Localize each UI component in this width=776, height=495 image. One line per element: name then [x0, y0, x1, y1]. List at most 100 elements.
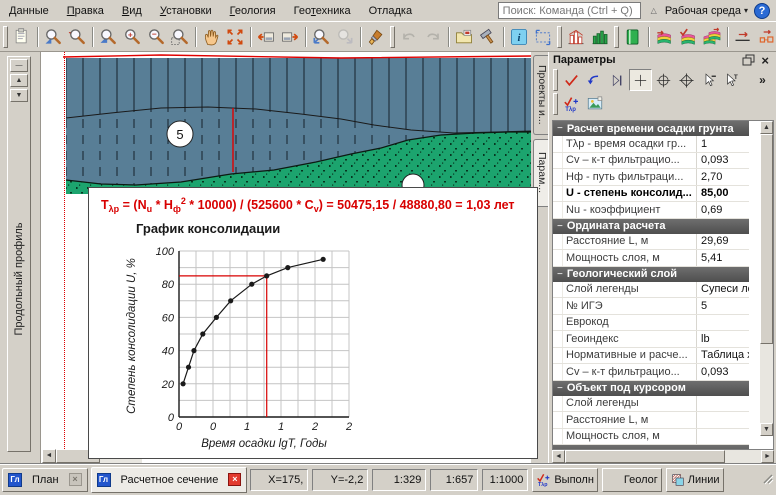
zoom-extents-icon[interactable] [223, 25, 247, 49]
close-tab-icon[interactable]: × [228, 473, 241, 486]
scroll-down-button[interactable]: ▼ [10, 89, 28, 102]
repaint-brush-icon[interactable] [364, 25, 388, 49]
param-section-header[interactable]: −Геологический слой [553, 267, 749, 282]
toolbar-grip[interactable] [614, 26, 619, 48]
param-row[interactable]: Геоиндексlb [553, 331, 749, 348]
collapse-minus-icon[interactable]: − [557, 221, 563, 232]
scrollbar-track[interactable] [725, 450, 761, 463]
capture-diamond-button[interactable] [675, 69, 698, 91]
cursor-point-button[interactable]: Т [721, 69, 744, 91]
zoom-selected-icon[interactable] [41, 25, 65, 49]
workspace-menu[interactable]: Рабочая среда ▾ [661, 3, 752, 19]
param-value[interactable]: 85,00 [697, 187, 749, 199]
param-row[interactable]: Расстояние L, м [553, 412, 749, 429]
collapse-minus-icon[interactable]: − [557, 383, 563, 394]
view-previous-icon[interactable] [309, 25, 333, 49]
param-row[interactable]: Слой легенды [553, 396, 749, 413]
search-input[interactable] [498, 2, 641, 19]
scrollbar-thumb[interactable] [760, 134, 773, 344]
param-row[interactable]: Мощность слоя, м5,41 [553, 250, 749, 267]
lines-button[interactable]: Линии [666, 468, 724, 492]
parameters-vertical-scrollbar[interactable]: ▲ ▼ [760, 121, 773, 436]
geology-copy-icon[interactable] [700, 25, 724, 49]
geology-check-icon[interactable] [676, 25, 700, 49]
param-section-header[interactable]: −Расчет времени осадки грунта [553, 121, 749, 136]
collapse-bar-button[interactable]: — [10, 59, 28, 72]
frame-select-icon[interactable] [531, 25, 555, 49]
param-value[interactable]: 2,70 [697, 171, 749, 183]
collapse-toolbar-icon[interactable]: △ [651, 6, 657, 15]
project-folder-icon[interactable] [452, 25, 476, 49]
param-row[interactable]: Nu - коэффициент0,69 [553, 202, 749, 219]
param-value[interactable]: 0,69 [697, 204, 749, 216]
menu-item-6[interactable]: Геотехника [285, 2, 360, 20]
menu-item-5[interactable]: Геология [221, 2, 285, 20]
view-tab-1[interactable]: ГлПлан× [2, 468, 88, 492]
menu-item-3[interactable]: Вид [113, 2, 151, 20]
param-value[interactable]: 1 [697, 138, 749, 150]
close-tab-icon[interactable]: × [69, 473, 82, 486]
menu-item-1[interactable]: Данные [0, 2, 58, 20]
panel-overflow-icon[interactable]: » [751, 69, 774, 91]
param-row[interactable]: Cv – к-т фильтрацио...0,093 [553, 153, 749, 170]
scroll-left-icon[interactable] [254, 25, 278, 49]
geology-export-icon[interactable] [652, 25, 676, 49]
param-row[interactable]: Расстояние L, м29,69 [553, 234, 749, 251]
close-icon[interactable]: × [758, 55, 772, 66]
toolbar-grip[interactable] [390, 26, 395, 48]
help-button[interactable]: ? [754, 3, 770, 19]
menu-item-4[interactable]: Установки [151, 2, 221, 20]
param-row[interactable]: Нф - путь фильтраци...2,70 [553, 169, 749, 186]
zoom-in-icon[interactable]: + [120, 25, 144, 49]
collapse-minus-icon[interactable]: − [557, 269, 563, 280]
param-row[interactable]: Тλр - время осадки гр...1 [553, 136, 749, 153]
param-value[interactable]: lb [697, 333, 749, 345]
geology-button[interactable]: Геолог [602, 468, 662, 492]
resize-grip[interactable] [760, 471, 774, 488]
param-value[interactable]: 0,093 [697, 154, 749, 166]
param-row[interactable]: Слой легендыСупеси лес [553, 282, 749, 299]
param-value[interactable]: Супеси лес [697, 283, 749, 295]
param-value[interactable]: 5,41 [697, 252, 749, 264]
param-value[interactable]: 5 [697, 300, 749, 312]
consolidation-calc-button[interactable]: Тλр [560, 93, 583, 115]
scroll-up-arrow[interactable]: ▲ [760, 121, 773, 134]
collapse-minus-icon[interactable]: − [557, 123, 563, 134]
toolbar-grip[interactable] [553, 69, 558, 91]
float-window-icon[interactable] [742, 54, 755, 66]
param-section-header[interactable]: −Объект под курсором [553, 381, 749, 396]
zoom-window-icon[interactable] [168, 25, 192, 49]
profile-line-icon[interactable] [731, 25, 755, 49]
param-row[interactable]: U - степень консолид...85,00 [553, 186, 749, 203]
view-tab-2[interactable]: ГлРасчетное сечение× [91, 467, 248, 493]
scrollbar-thumb[interactable] [565, 450, 725, 463]
toolbar-grip[interactable] [3, 26, 8, 48]
object-info-icon[interactable]: i [507, 25, 531, 49]
parameters-horizontal-scrollbar[interactable]: ◄ ► [552, 450, 774, 463]
apply-button[interactable] [560, 69, 583, 91]
profile-nodes-icon[interactable] [755, 25, 776, 49]
param-row[interactable]: Cv – к-т фильтрацио...0,093 [553, 364, 749, 381]
param-row[interactable]: Еврокод [553, 315, 749, 332]
legend-book-icon[interactable] [621, 25, 645, 49]
side-tab-1[interactable]: Проекты и... [533, 55, 548, 135]
cursor-crosshair-button[interactable] [629, 69, 652, 91]
chart-green-icon[interactable] [588, 25, 612, 49]
toolbar-grip[interactable] [557, 26, 562, 48]
scroll-up-button[interactable]: ▲ [10, 74, 28, 87]
next-step-button[interactable] [606, 69, 629, 91]
zoom-target-icon[interactable] [65, 25, 89, 49]
pan-hand-icon[interactable] [199, 25, 223, 49]
revert-button[interactable] [583, 69, 606, 91]
param-row[interactable]: № ИГЭ5 [553, 298, 749, 315]
run-calculation-button[interactable]: ТλрВыполн [532, 468, 598, 492]
menu-item-2[interactable]: Правка [58, 2, 113, 20]
settings-tools-icon[interactable] [476, 25, 500, 49]
zoom-out-icon[interactable]: − [144, 25, 168, 49]
param-row[interactable]: Мощность слоя, м [553, 429, 749, 446]
param-value[interactable]: 29,69 [697, 235, 749, 247]
scroll-down-arrow[interactable]: ▼ [760, 423, 773, 436]
preview-image-button[interactable] [583, 93, 606, 115]
param-row[interactable]: Нормативные и расче...Таблица ха [553, 348, 749, 365]
param-value[interactable]: Таблица ха [697, 349, 749, 361]
